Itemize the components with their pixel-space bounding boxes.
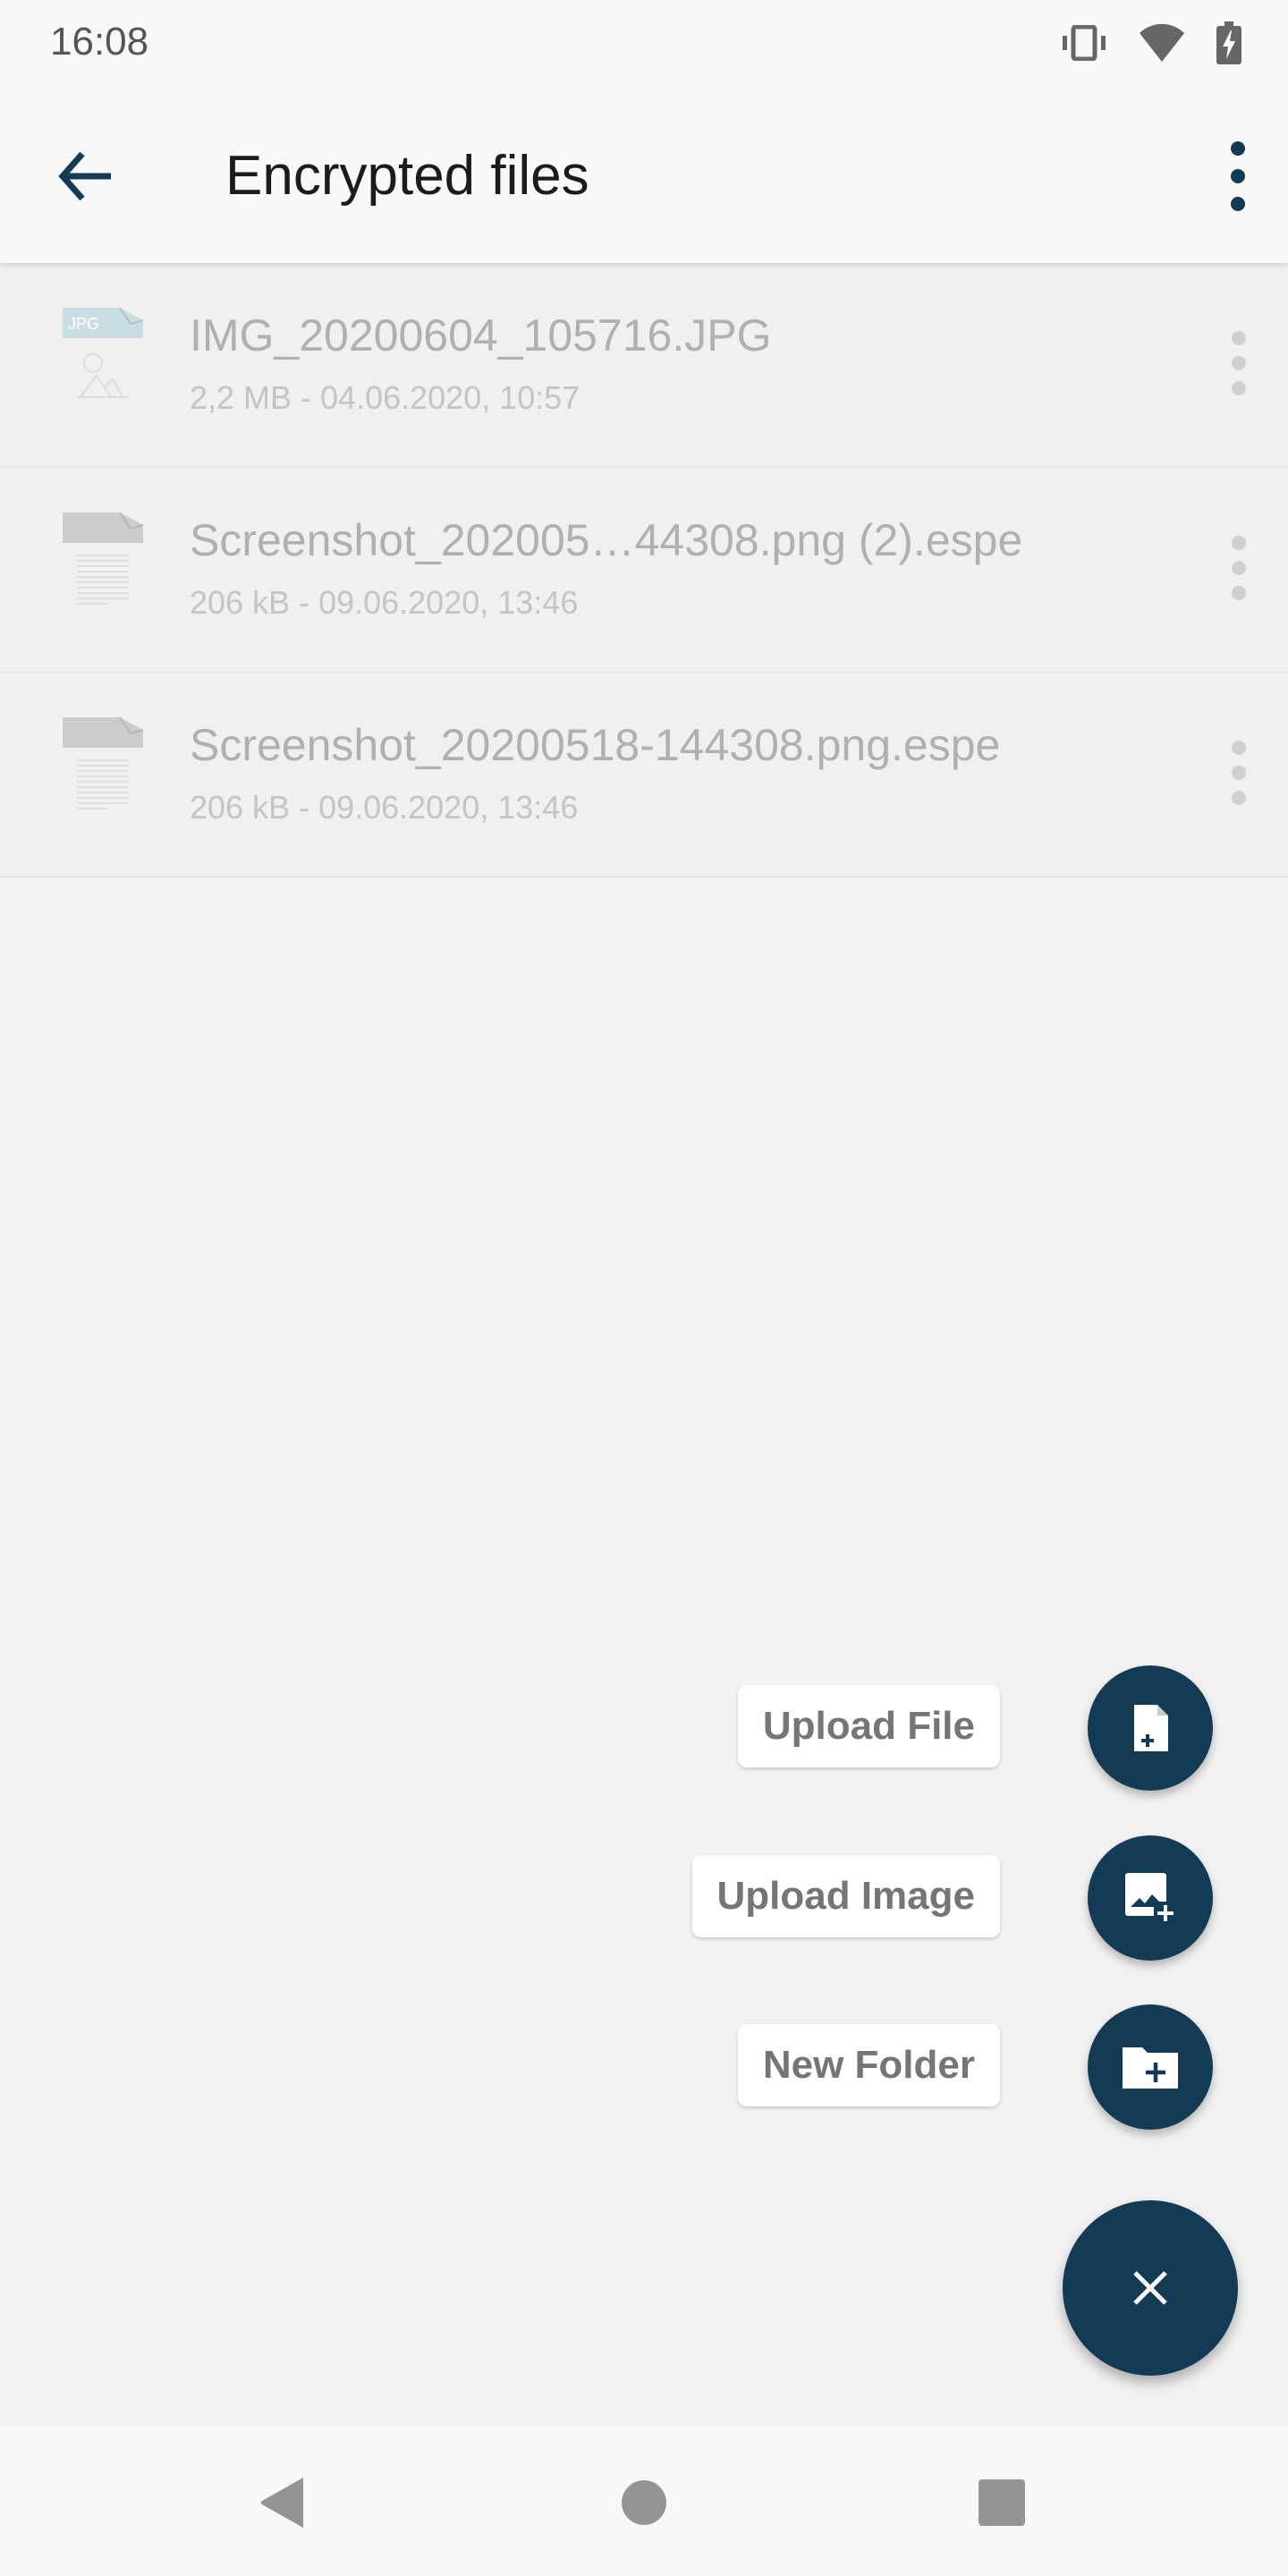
page-title: Encrypted files [225,145,589,207]
close-icon [1133,2271,1167,2305]
upload-file-label[interactable]: Upload File [737,1685,1000,1767]
fab-item-upload-file: Upload File [0,1665,1288,1791]
file-name: Screenshot_20200518-144308.png.espe [190,720,1001,770]
file-name: IMG_20200604_105716.JPG [190,310,772,360]
home-circle-icon [622,2480,666,2525]
file-options-icon[interactable] [1225,737,1252,809]
nav-home-button[interactable] [613,2471,675,2534]
file-row[interactable]: JPG IMG_20200604_105716.JPG 2,2 MB - 04.… [0,263,1288,468]
more-vert-icon [1231,141,1245,211]
arrow-back-icon [58,151,111,201]
image-plus-icon [1125,1873,1177,1925]
fab-item-upload-image: Upload Image [0,1835,1288,1961]
file-options-icon[interactable] [1225,532,1252,604]
system-nav-bar [0,2427,1288,2576]
file-name: Screenshot_202005…44308.png (2).espe [190,515,1023,565]
file-meta: 206 kB - 09.06.2020, 13:46 [190,789,579,826]
wifi-icon [1140,23,1184,62]
back-button[interactable] [55,143,122,209]
fab-item-new-folder: New Folder [0,2004,1288,2130]
overflow-menu-button[interactable] [1222,136,1254,216]
file-options-icon[interactable] [1225,327,1252,399]
upload-image-label[interactable]: Upload Image [691,1855,1000,1937]
new-folder-label[interactable]: New Folder [737,2024,1000,2106]
jpg-file-icon: JPG [63,308,143,398]
document-file-icon [63,717,143,809]
battery-charging-icon [1216,21,1241,64]
file-meta: 2,2 MB - 04.06.2020, 10:57 [190,379,580,416]
upload-file-button[interactable] [1088,1665,1213,1791]
close-fab-button[interactable] [1063,2200,1238,2376]
status-icons [1061,21,1241,64]
nav-back-button[interactable] [252,2471,315,2534]
app-bar: Encrypted files [0,89,1288,263]
file-row[interactable]: Screenshot_202005…44308.png (2).espe 206… [0,468,1288,673]
nav-recents-button[interactable] [970,2471,1033,2534]
status-bar: 16:08 [0,0,1288,89]
file-list: JPG IMG_20200604_105716.JPG 2,2 MB - 04.… [0,263,1288,877]
recents-square-icon [979,2479,1025,2526]
document-file-icon [63,513,143,605]
file-meta: 206 kB - 09.06.2020, 13:46 [190,584,579,621]
vibrate-icon [1063,25,1106,61]
new-folder-button[interactable] [1088,2004,1213,2130]
svg-text:JPG: JPG [68,315,99,333]
status-time: 16:08 [50,20,149,64]
file-plus-icon [1134,1705,1168,1751]
back-triangle-icon [260,2478,303,2528]
upload-image-button[interactable] [1088,1835,1213,1961]
folder-plus-icon [1123,2047,1178,2089]
file-row[interactable]: Screenshot_20200518-144308.png.espe 206 … [0,673,1288,877]
